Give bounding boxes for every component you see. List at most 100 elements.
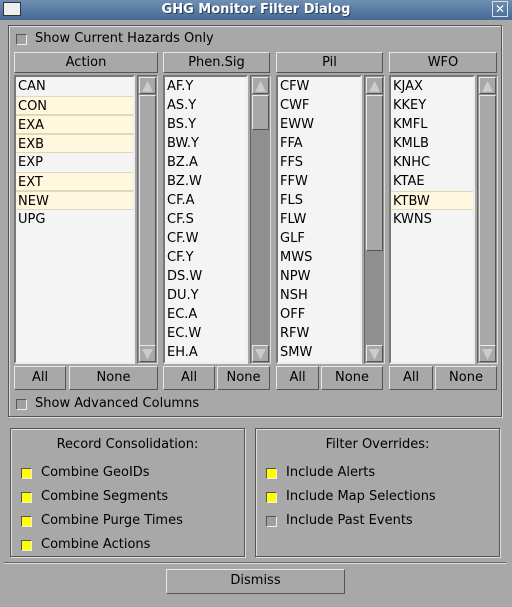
list-item[interactable]: CF.S <box>165 210 246 229</box>
list-item[interactable]: UPG <box>16 210 133 229</box>
list-item[interactable]: DS.W <box>165 267 246 286</box>
list-item[interactable]: KTBW <box>391 191 473 210</box>
scroll-down-arrow-icon[interactable]: ▼ <box>252 345 269 362</box>
pil-none-button[interactable]: None <box>321 366 383 390</box>
pil-scrollbar[interactable]: ▲ ▼ <box>364 75 385 364</box>
checkbox-indicator <box>266 467 277 479</box>
list-item[interactable]: BZ.W <box>165 172 246 191</box>
list-item[interactable]: FLW <box>278 210 360 229</box>
window-title: GHG Monitor Filter Dialog <box>161 2 351 17</box>
option-checkbox[interactable]: Combine Segments <box>21 485 244 509</box>
list-item[interactable]: KJAX <box>391 77 473 96</box>
scroll-up-arrow-icon[interactable]: ▲ <box>366 77 383 94</box>
list-item[interactable]: GLF <box>278 229 360 248</box>
option-checkbox[interactable]: Include Alerts <box>266 461 499 485</box>
checkbox-label: Show Advanced Columns <box>35 396 200 411</box>
list-item[interactable]: CON <box>16 96 133 115</box>
option-checkbox[interactable]: Include Past Events <box>266 509 499 533</box>
list-item[interactable]: KMFL <box>391 115 473 134</box>
checkbox-indicator <box>21 491 32 503</box>
list-item[interactable]: OFF <box>278 305 360 324</box>
scroll-down-arrow-icon[interactable]: ▼ <box>366 345 383 362</box>
wfo-list[interactable]: KJAX KKEY KMFL KMLB KNHC KTAE KTBW KWNS <box>389 75 475 364</box>
dismiss-button[interactable]: Dismiss <box>166 569 345 594</box>
list-item[interactable]: FFS <box>278 153 360 172</box>
phen-sig-all-button[interactable]: All <box>163 366 215 390</box>
close-icon[interactable]: ✕ <box>492 1 508 17</box>
list-item[interactable]: DU.Y <box>165 286 246 305</box>
list-item[interactable]: NPW <box>278 267 360 286</box>
list-item[interactable]: FFW <box>278 172 360 191</box>
checkbox-indicator <box>21 539 32 551</box>
scroll-up-arrow-icon[interactable]: ▲ <box>252 77 269 94</box>
phen-sig-none-button[interactable]: None <box>217 366 270 390</box>
list-item[interactable]: EWW <box>278 115 360 134</box>
show-current-hazards-checkbox[interactable]: Show Current Hazards Only <box>16 31 214 47</box>
list-item[interactable]: NSH <box>278 286 360 305</box>
list-item[interactable]: EC.W <box>165 324 246 343</box>
list-item[interactable]: MWS <box>278 248 360 267</box>
record-consolidation-panel: Record Consolidation: Combine GeoIDs Comb… <box>10 428 245 557</box>
checkbox-indicator <box>21 467 32 479</box>
list-item[interactable]: BS.Y <box>165 115 246 134</box>
scroll-up-arrow-icon[interactable]: ▲ <box>139 77 156 94</box>
list-item[interactable]: CAN <box>16 77 133 96</box>
list-item[interactable]: AS.Y <box>165 96 246 115</box>
list-item[interactable]: EXT <box>16 172 133 191</box>
phen-sig-list[interactable]: AF.Y AS.Y BS.Y BW.Y BZ.A BZ.W CF.A CF.S CF.W CF.Y… <box>163 75 248 364</box>
wfo-all-button[interactable]: All <box>389 366 433 390</box>
action-scrollbar[interactable]: ▲ ▼ <box>137 75 158 364</box>
list-item[interactable]: FFA <box>278 134 360 153</box>
scroll-down-arrow-icon[interactable]: ▼ <box>139 345 156 362</box>
list-item[interactable]: CF.A <box>165 191 246 210</box>
list-item[interactable]: CWF <box>278 96 360 115</box>
list-item[interactable]: SMW <box>278 343 360 362</box>
list-item[interactable]: EC.A <box>165 305 246 324</box>
checkbox-label: Include Past Events <box>286 513 413 528</box>
option-checkbox[interactable]: Combine GeoIDs <box>21 461 244 485</box>
list-item[interactable]: KMLB <box>391 134 473 153</box>
option-checkbox[interactable]: Include Map Selections <box>266 485 499 509</box>
option-checkbox[interactable]: Combine Purge Times <box>21 509 244 533</box>
list-item[interactable]: KKEY <box>391 96 473 115</box>
pil-all-button[interactable]: All <box>276 366 319 390</box>
scroll-thumb[interactable] <box>479 95 496 346</box>
list-item[interactable]: FLS <box>278 191 360 210</box>
list-item[interactable]: CF.Y <box>165 248 246 267</box>
list-item[interactable]: CF.W <box>165 229 246 248</box>
show-advanced-columns-checkbox[interactable]: Show Advanced Columns <box>16 396 199 412</box>
list-item[interactable]: EXP <box>16 153 133 172</box>
list-item[interactable]: AF.Y <box>165 77 246 96</box>
list-item[interactable]: KNHC <box>391 153 473 172</box>
checkbox-indicator <box>16 33 27 45</box>
action-list[interactable]: CAN CON EXA EXB EXP EXT NEW UPG <box>14 75 135 364</box>
list-item[interactable]: KWNS <box>391 210 473 229</box>
list-item[interactable]: BZ.A <box>165 153 246 172</box>
wfo-none-button[interactable]: None <box>435 366 497 390</box>
list-item[interactable]: EXB <box>16 134 133 153</box>
list-item[interactable]: RFW <box>278 324 360 343</box>
checkbox-label: Include Alerts <box>286 465 376 480</box>
list-item[interactable]: KTAE <box>391 172 473 191</box>
panel-title: Filter Overrides: <box>325 437 430 452</box>
list-item[interactable]: EXA <box>16 115 133 134</box>
window-menu-icon[interactable] <box>3 2 21 16</box>
list-item[interactable]: NEW <box>16 191 133 210</box>
scroll-up-arrow-icon[interactable]: ▲ <box>479 77 496 94</box>
action-none-button[interactable]: None <box>69 366 158 390</box>
list-item[interactable]: CFW <box>278 77 360 96</box>
list-item[interactable]: BW.Y <box>165 134 246 153</box>
checkbox-indicator <box>21 515 32 527</box>
scroll-thumb[interactable] <box>366 95 383 251</box>
pil-list[interactable]: CFW CWF EWW FFA FFS FFW FLS FLW GLF MWS NPW NSH OFF R… <box>276 75 362 364</box>
wfo-scrollbar[interactable]: ▲ ▼ <box>477 75 498 364</box>
scroll-thumb[interactable] <box>252 95 269 130</box>
filter-overrides-panel: Filter Overrides: Include Alerts Include … <box>255 428 500 557</box>
scroll-thumb[interactable] <box>139 95 156 346</box>
action-all-button[interactable]: All <box>14 366 66 390</box>
option-checkbox[interactable]: Combine Actions <box>21 533 244 557</box>
list-item[interactable]: EH.A <box>165 343 246 362</box>
scroll-down-arrow-icon[interactable]: ▼ <box>479 345 496 362</box>
phen-sig-scrollbar[interactable]: ▲ ▼ <box>250 75 271 364</box>
checkbox-label: Combine Segments <box>41 489 169 504</box>
